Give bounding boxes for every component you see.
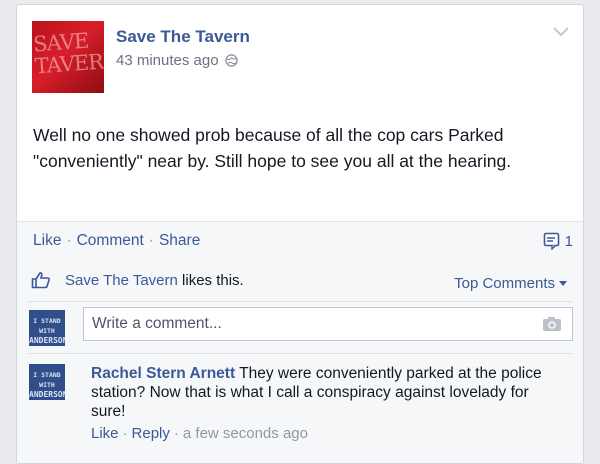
caret-down-icon xyxy=(559,280,567,286)
post-header: SAVE TAVERN Save The Tavern 43 minutes a… xyxy=(32,21,573,93)
separator: · xyxy=(148,232,154,249)
comment-count[interactable]: 1 xyxy=(543,232,573,250)
comment-like-link[interactable]: Like xyxy=(91,425,119,442)
share-link[interactable]: Share xyxy=(159,232,200,249)
likes-row: Save The Tavern likes this. Top Comments xyxy=(27,263,573,303)
comment-input[interactable]: Write a comment... xyxy=(83,307,573,341)
comment-meta: Like · Reply · a few seconds ago xyxy=(91,424,567,443)
page-avatar-text: SAVE TAVERN xyxy=(32,28,104,79)
page-name-link[interactable]: Save The Tavern xyxy=(116,27,250,47)
comment-reply-link[interactable]: Reply xyxy=(132,425,170,442)
post-text: Well no one showed prob because of all t… xyxy=(33,125,512,171)
post-card: SAVE TAVERN Save The Tavern 43 minutes a… xyxy=(16,4,584,464)
comment-body: Rachel Stern Arnett They were convenient… xyxy=(91,364,567,443)
avatar-text-top: I STAND WITH xyxy=(33,371,61,389)
comment-input-placeholder: Write a comment... xyxy=(92,315,222,332)
chevron-down-icon[interactable] xyxy=(551,25,571,39)
post-actions-bar: Like · Comment · Share 1 xyxy=(17,221,583,261)
viewer-avatar: I STAND WITH ANDERSON xyxy=(29,310,65,346)
comment-author-link[interactable]: Rachel Stern Arnett xyxy=(91,365,235,382)
separator: · xyxy=(66,232,72,249)
avatar-text-bottom: ANDERSON xyxy=(29,336,65,345)
post-meta: 43 minutes ago xyxy=(116,52,238,69)
likes-name-link[interactable]: Save The Tavern xyxy=(65,272,178,289)
comment-count-value: 1 xyxy=(564,232,573,250)
comment-bubble-icon xyxy=(543,232,559,250)
top-comments-dropdown[interactable]: Top Comments xyxy=(454,275,567,292)
separator: · xyxy=(122,425,128,442)
thumbs-up-icon xyxy=(31,272,50,289)
top-comments-label: Top Comments xyxy=(454,275,555,292)
commenter-avatar[interactable]: I STAND WITH ANDERSON xyxy=(29,364,65,400)
likes-suffix: likes this. xyxy=(177,272,244,289)
camera-icon[interactable] xyxy=(542,316,562,332)
like-link[interactable]: Like xyxy=(33,232,61,249)
post-actions: Like · Comment · Share xyxy=(33,232,200,250)
likes-summary: Save The Tavern likes this. xyxy=(65,272,244,289)
comment-item: I STAND WITH ANDERSON Rachel Stern Arnet… xyxy=(27,353,573,443)
write-comment-row: I STAND WITH ANDERSON Write a comment... xyxy=(27,301,573,351)
avatar-text-bottom: ANDERSON xyxy=(29,390,65,399)
avatar-text-top: I STAND WITH xyxy=(33,317,61,335)
page-avatar[interactable]: SAVE TAVERN xyxy=(32,21,104,93)
post-timestamp[interactable]: 43 minutes ago xyxy=(116,52,219,69)
globe-icon[interactable] xyxy=(224,54,238,67)
comments-section: Save The Tavern likes this. Top Comments… xyxy=(17,261,583,463)
separator: · xyxy=(173,425,179,442)
comment-time[interactable]: a few seconds ago xyxy=(183,425,308,442)
comment-link[interactable]: Comment xyxy=(77,232,144,249)
